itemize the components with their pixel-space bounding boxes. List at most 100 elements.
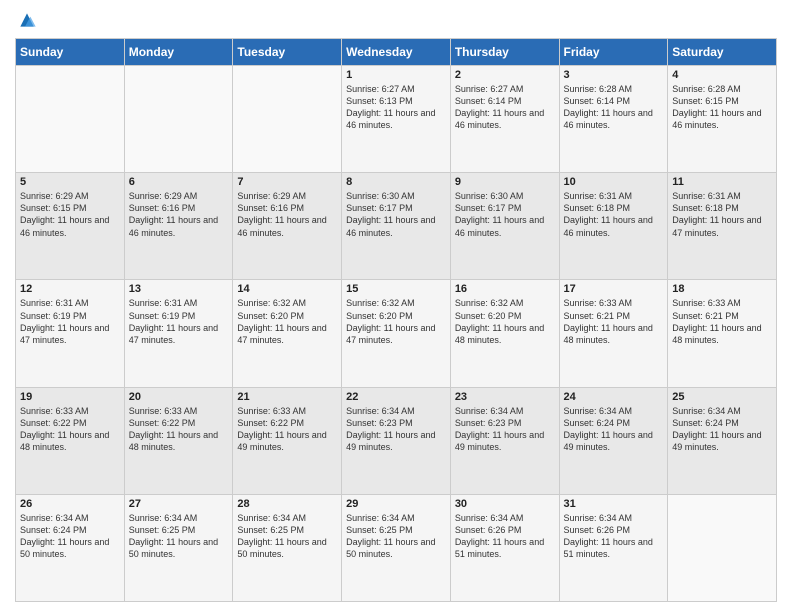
calendar-cell xyxy=(668,494,777,601)
day-info: Sunrise: 6:27 AMSunset: 6:13 PMDaylight:… xyxy=(346,83,446,132)
day-info: Sunrise: 6:31 AMSunset: 6:18 PMDaylight:… xyxy=(672,190,772,239)
calendar-cell: 24 Sunrise: 6:34 AMSunset: 6:24 PMDayligh… xyxy=(559,387,668,494)
weekday-row: SundayMondayTuesdayWednesdayThursdayFrid… xyxy=(16,39,777,66)
header xyxy=(15,10,777,30)
calendar-cell: 12Sunrise: 6:31 AMSunset: 6:19 PMDayligh… xyxy=(16,280,125,387)
weekday-header-saturday: Saturday xyxy=(668,39,777,66)
calendar-cell: 25 Sunrise: 6:34 AMSunset: 6:24 PMDayligh… xyxy=(668,387,777,494)
calendar-cell: 22 Sunrise: 6:34 AMSunset: 6:23 PMDayligh… xyxy=(342,387,451,494)
calendar-cell: 20 Sunrise: 6:33 AMSunset: 6:22 PMDayligh… xyxy=(124,387,233,494)
day-number: 23 xyxy=(455,391,555,403)
day-number: 19 xyxy=(20,391,120,403)
calendar-cell xyxy=(233,66,342,173)
day-info: Sunrise: 6:34 AMSunset: 6:23 PMDaylight:… xyxy=(455,405,555,454)
day-info: Sunrise: 6:34 AMSunset: 6:23 PMDaylight:… xyxy=(346,405,446,454)
day-info: Sunrise: 6:30 AMSunset: 6:17 PMDaylight:… xyxy=(346,190,446,239)
day-number: 18 xyxy=(672,283,772,295)
day-info: Sunrise: 6:34 AMSunset: 6:24 PMDaylight:… xyxy=(672,405,772,454)
calendar-cell: 23 Sunrise: 6:34 AMSunset: 6:23 PMDayligh… xyxy=(450,387,559,494)
day-info: Sunrise: 6:29 AMSunset: 6:15 PMDaylight:… xyxy=(20,190,120,239)
day-number: 2 xyxy=(455,69,555,81)
calendar-cell: 1 Sunrise: 6:27 AMSunset: 6:13 PMDaylight… xyxy=(342,66,451,173)
day-info: Sunrise: 6:34 AMSunset: 6:25 PMDaylight:… xyxy=(346,512,446,561)
calendar-cell: 26 Sunrise: 6:34 AMSunset: 6:24 PMDayligh… xyxy=(16,494,125,601)
calendar-cell: 17 Sunrise: 6:33 AMSunset: 6:21 PMDayligh… xyxy=(559,280,668,387)
calendar-cell: 5 Sunrise: 6:29 AMSunset: 6:15 PMDaylight… xyxy=(16,173,125,280)
calendar-week-5: 26 Sunrise: 6:34 AMSunset: 6:24 PMDayligh… xyxy=(16,494,777,601)
day-info: Sunrise: 6:30 AMSunset: 6:17 PMDaylight:… xyxy=(455,190,555,239)
day-number: 1 xyxy=(346,69,446,81)
day-number: 20 xyxy=(129,391,229,403)
day-info: Sunrise: 6:33 AMSunset: 6:22 PMDaylight:… xyxy=(237,405,337,454)
day-info: Sunrise: 6:33 AMSunset: 6:22 PMDaylight:… xyxy=(129,405,229,454)
day-info: Sunrise: 6:34 AMSunset: 6:26 PMDaylight:… xyxy=(564,512,664,561)
day-info: Sunrise: 6:32 AMSunset: 6:20 PMDaylight:… xyxy=(346,297,446,346)
day-info: Sunrise: 6:29 AMSunset: 6:16 PMDaylight:… xyxy=(237,190,337,239)
page: SundayMondayTuesdayWednesdayThursdayFrid… xyxy=(0,0,792,612)
calendar-cell: 3 Sunrise: 6:28 AMSunset: 6:14 PMDaylight… xyxy=(559,66,668,173)
calendar-cell: 2 Sunrise: 6:27 AMSunset: 6:14 PMDaylight… xyxy=(450,66,559,173)
calendar-cell: 21Sunrise: 6:33 AMSunset: 6:22 PMDayligh… xyxy=(233,387,342,494)
day-number: 24 xyxy=(564,391,664,403)
calendar-cell: 19 Sunrise: 6:33 AMSunset: 6:22 PMDayligh… xyxy=(16,387,125,494)
day-number: 14 xyxy=(237,283,337,295)
calendar-cell: 18 Sunrise: 6:33 AMSunset: 6:21 PMDayligh… xyxy=(668,280,777,387)
calendar-cell: 13Sunrise: 6:31 AMSunset: 6:19 PMDayligh… xyxy=(124,280,233,387)
calendar-cell: 4 Sunrise: 6:28 AMSunset: 6:15 PMDaylight… xyxy=(668,66,777,173)
day-info: Sunrise: 6:34 AMSunset: 6:24 PMDaylight:… xyxy=(20,512,120,561)
day-info: Sunrise: 6:27 AMSunset: 6:14 PMDaylight:… xyxy=(455,83,555,132)
weekday-header-friday: Friday xyxy=(559,39,668,66)
day-info: Sunrise: 6:34 AMSunset: 6:25 PMDaylight:… xyxy=(129,512,229,561)
day-info: Sunrise: 6:31 AMSunset: 6:18 PMDaylight:… xyxy=(564,190,664,239)
day-number: 27 xyxy=(129,498,229,510)
day-info: Sunrise: 6:33 AMSunset: 6:21 PMDaylight:… xyxy=(564,297,664,346)
day-number: 10 xyxy=(564,176,664,188)
calendar-cell: 11 Sunrise: 6:31 AMSunset: 6:18 PMDayligh… xyxy=(668,173,777,280)
day-info: Sunrise: 6:31 AMSunset: 6:19 PMDaylight:… xyxy=(20,297,120,346)
day-info: Sunrise: 6:34 AMSunset: 6:26 PMDaylight:… xyxy=(455,512,555,561)
calendar-cell: 31 Sunrise: 6:34 AMSunset: 6:26 PMDayligh… xyxy=(559,494,668,601)
day-info: Sunrise: 6:33 AMSunset: 6:21 PMDaylight:… xyxy=(672,297,772,346)
day-info: Sunrise: 6:33 AMSunset: 6:22 PMDaylight:… xyxy=(20,405,120,454)
calendar-cell xyxy=(16,66,125,173)
day-number: 17 xyxy=(564,283,664,295)
day-number: 28 xyxy=(237,498,337,510)
calendar-body: 1 Sunrise: 6:27 AMSunset: 6:13 PMDaylight… xyxy=(16,66,777,602)
day-number: 25 xyxy=(672,391,772,403)
day-number: 13 xyxy=(129,283,229,295)
day-number: 16 xyxy=(455,283,555,295)
weekday-header-tuesday: Tuesday xyxy=(233,39,342,66)
weekday-header-sunday: Sunday xyxy=(16,39,125,66)
day-number: 3 xyxy=(564,69,664,81)
day-info: Sunrise: 6:34 AMSunset: 6:24 PMDaylight:… xyxy=(564,405,664,454)
day-info: Sunrise: 6:28 AMSunset: 6:14 PMDaylight:… xyxy=(564,83,664,132)
logo-icon xyxy=(17,10,37,30)
day-number: 4 xyxy=(672,69,772,81)
day-number: 22 xyxy=(346,391,446,403)
weekday-header-thursday: Thursday xyxy=(450,39,559,66)
day-info: Sunrise: 6:32 AMSunset: 6:20 PMDaylight:… xyxy=(455,297,555,346)
calendar-week-1: 1 Sunrise: 6:27 AMSunset: 6:13 PMDaylight… xyxy=(16,66,777,173)
weekday-header-monday: Monday xyxy=(124,39,233,66)
calendar-cell: 8Sunrise: 6:30 AMSunset: 6:17 PMDaylight… xyxy=(342,173,451,280)
day-number: 7 xyxy=(237,176,337,188)
day-number: 30 xyxy=(455,498,555,510)
calendar-cell: 10 Sunrise: 6:31 AMSunset: 6:18 PMDayligh… xyxy=(559,173,668,280)
day-number: 31 xyxy=(564,498,664,510)
calendar-cell: 15 Sunrise: 6:32 AMSunset: 6:20 PMDayligh… xyxy=(342,280,451,387)
calendar-cell: 9 Sunrise: 6:30 AMSunset: 6:17 PMDaylight… xyxy=(450,173,559,280)
day-number: 5 xyxy=(20,176,120,188)
calendar-week-2: 5 Sunrise: 6:29 AMSunset: 6:15 PMDaylight… xyxy=(16,173,777,280)
calendar-cell: 27 Sunrise: 6:34 AMSunset: 6:25 PMDayligh… xyxy=(124,494,233,601)
day-number: 9 xyxy=(455,176,555,188)
day-number: 26 xyxy=(20,498,120,510)
day-info: Sunrise: 6:28 AMSunset: 6:15 PMDaylight:… xyxy=(672,83,772,132)
day-number: 11 xyxy=(672,176,772,188)
calendar-cell: 14Sunrise: 6:32 AMSunset: 6:20 PMDayligh… xyxy=(233,280,342,387)
calendar-cell: 6Sunrise: 6:29 AMSunset: 6:16 PMDaylight… xyxy=(124,173,233,280)
calendar-cell xyxy=(124,66,233,173)
calendar-cell: 30 Sunrise: 6:34 AMSunset: 6:26 PMDayligh… xyxy=(450,494,559,601)
day-info: Sunrise: 6:34 AMSunset: 6:25 PMDaylight:… xyxy=(237,512,337,561)
day-number: 15 xyxy=(346,283,446,295)
calendar-cell: 7 Sunrise: 6:29 AMSunset: 6:16 PMDaylight… xyxy=(233,173,342,280)
